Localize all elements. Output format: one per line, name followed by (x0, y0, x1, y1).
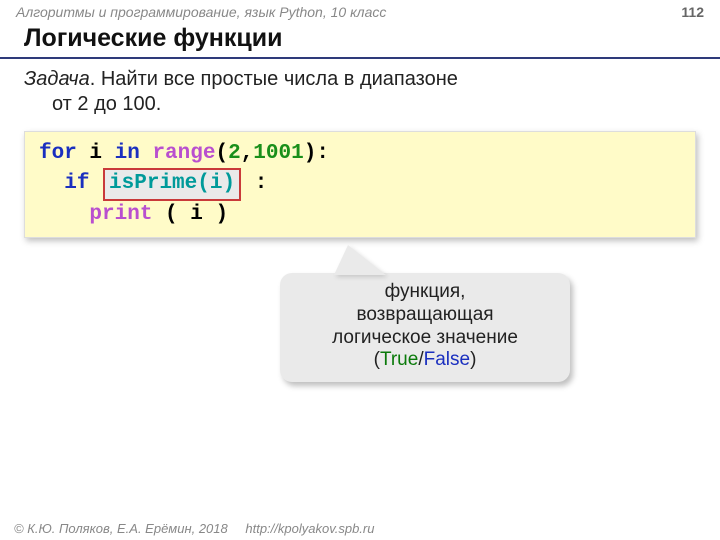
task-text: Задача. Найти все простые числа в диапаз… (0, 59, 720, 121)
kw-for: for (39, 142, 77, 165)
true-text: True (380, 349, 418, 370)
callout-line1: функция, (300, 281, 550, 304)
task-label: Задача (24, 68, 90, 90)
num-2: 2 (228, 142, 241, 165)
task-line1: . Найти все простые числа в диапазоне (90, 68, 458, 90)
callout-line2: возвращающая (300, 304, 550, 327)
page-title: Логические функции (0, 22, 720, 59)
num-1001: 1001 (253, 142, 303, 165)
callout-box: функция, возвращающая логическое значени… (280, 273, 570, 382)
colon: : (255, 172, 268, 195)
slide-footer: © К.Ю. Поляков, Е.А. Ерёмин, 2018 http:/… (14, 521, 374, 536)
callout-line4: (True/False) (300, 349, 550, 372)
code-block: for i in range(2,1001): if isPrime(i) : … (24, 131, 696, 238)
print-args: ( i ) (152, 203, 228, 226)
page-number: 112 (681, 4, 704, 20)
fn-print: print (89, 203, 152, 226)
indent2 (39, 203, 89, 226)
sp2 (242, 172, 255, 195)
var-i: i (77, 142, 115, 165)
comma: , (241, 142, 254, 165)
sp (89, 172, 102, 195)
callout-pointer (334, 245, 386, 275)
rparen-colon: ): (304, 142, 329, 165)
copyright: © К.Ю. Поляков, Е.А. Ерёмин, 2018 (14, 521, 228, 536)
false-text: False (424, 349, 470, 370)
task-line2: от 2 до 100. (24, 92, 696, 117)
slide-header: Алгоритмы и программирование, язык Pytho… (0, 0, 720, 22)
footer-url: http://kpolyakov.spb.ru (245, 521, 374, 536)
isprime-highlight: isPrime(i) (103, 168, 241, 200)
callout-wrap: функция, возвращающая логическое значени… (280, 245, 570, 382)
call-isprime: isPrime(i) (109, 172, 235, 195)
lparen: ( (215, 142, 228, 165)
fn-range: range (140, 142, 216, 165)
callout-line3: логическое значение (300, 327, 550, 350)
kw-in: in (115, 142, 140, 165)
indent1 (39, 172, 64, 195)
course-title: Алгоритмы и программирование, язык Pytho… (16, 4, 386, 20)
kw-if: if (64, 172, 89, 195)
